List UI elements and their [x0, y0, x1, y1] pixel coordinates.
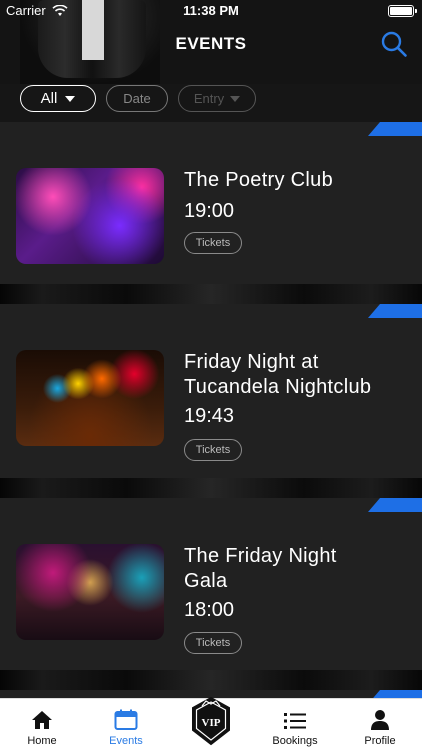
event-title: The Friday Night Gala [184, 545, 337, 592]
tab-label: Events [109, 735, 143, 747]
page-title: EVENTS [175, 34, 247, 53]
list-icon [284, 713, 306, 729]
list-separator [0, 284, 422, 304]
tab-events[interactable]: Events [84, 699, 168, 750]
list-separator [0, 478, 422, 498]
filter-date-label: Date [123, 91, 151, 106]
event-image [16, 544, 164, 640]
filter-date-button[interactable]: Date [106, 85, 168, 112]
calendar-icon [114, 709, 138, 730]
status-time: 11:38 PM [183, 3, 239, 18]
card-accent-stripe [368, 122, 422, 136]
battery-icon [388, 5, 417, 17]
card-accent-stripe [368, 690, 422, 698]
filter-all-label: All [40, 90, 58, 107]
search-icon[interactable] [380, 30, 408, 58]
tab-label: Home [27, 735, 57, 747]
chevron-down-icon [65, 95, 76, 102]
tab-label: Bookings [272, 735, 318, 747]
tab-profile[interactable]: Profile [338, 699, 422, 750]
home-icon [32, 711, 52, 729]
person-icon [371, 710, 389, 730]
chevron-down-icon [230, 95, 241, 102]
vip-logo-text: VIP [202, 717, 221, 729]
card-accent-stripe [368, 304, 422, 318]
list-separator [0, 670, 422, 690]
event-title: The Poetry Club [184, 169, 334, 191]
event-time: 19:43 [184, 405, 235, 427]
tab-home[interactable]: Home [0, 699, 84, 750]
tab-bar: Home Events VIP Bookings Profile [0, 695, 422, 750]
tickets-button[interactable]: Tickets [184, 632, 242, 654]
filter-entry-dropdown[interactable]: Entry [178, 85, 256, 112]
event-image [16, 168, 164, 264]
filter-bar: All Date Entry [0, 84, 422, 122]
status-bar: Carrier 11:38 PM [0, 3, 422, 21]
tab-label: Profile [364, 735, 396, 747]
filter-entry-label: Entry [193, 91, 225, 106]
event-time: 19:00 [184, 200, 235, 222]
event-time: 18:00 [184, 599, 235, 621]
tickets-button[interactable]: Tickets [184, 439, 242, 461]
header: Carrier 11:38 PM EVENTS [0, 0, 422, 84]
event-card[interactable]: The Poetry Club 19:00 Tickets [0, 122, 422, 284]
event-list: The Poetry Club 19:00 Tickets Friday Nig… [0, 122, 422, 698]
vip-icon: VIP [192, 696, 230, 746]
card-accent-stripe [368, 498, 422, 512]
tab-bookings[interactable]: Bookings [253, 699, 337, 750]
event-card[interactable]: The Friday Night Gala 18:00 Tickets [0, 498, 422, 670]
event-image [16, 350, 164, 446]
event-title: Friday Night at Tucandela Nightclub [184, 351, 372, 398]
tickets-button[interactable]: Tickets [184, 232, 242, 254]
tab-vip[interactable]: VIP [189, 695, 233, 747]
event-card[interactable]: Friday Night at Tucandela Nightclub 19:4… [0, 304, 422, 478]
filter-all-dropdown[interactable]: All [20, 85, 96, 112]
